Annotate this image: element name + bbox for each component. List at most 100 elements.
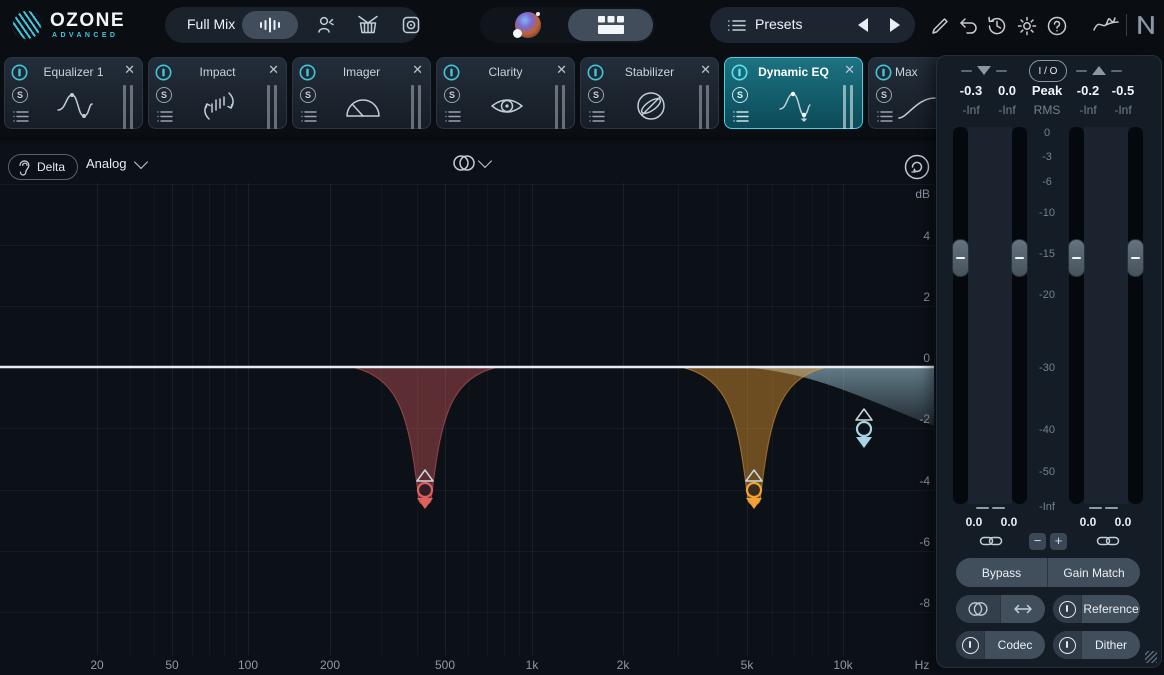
- collapse-output-button[interactable]: [1076, 62, 1122, 80]
- gear-icon: [1016, 15, 1038, 37]
- module-card-imager[interactable]: Imager ✕ S: [292, 57, 431, 129]
- inf-mark: [1089, 507, 1102, 509]
- output-gain-value-right[interactable]: 0.0: [1115, 515, 1132, 529]
- drums-target-button[interactable]: [350, 11, 386, 39]
- node-down-handle[interactable]: [417, 498, 433, 509]
- close-icon[interactable]: ✕: [124, 63, 135, 77]
- power-icon[interactable]: [731, 64, 748, 81]
- menu-list-icon[interactable]: [301, 111, 317, 122]
- menu-list-icon[interactable]: [445, 111, 461, 122]
- module-card-impact[interactable]: Impact ✕ S: [148, 57, 287, 129]
- close-icon[interactable]: ✕: [268, 63, 279, 77]
- node-circle[interactable]: [747, 483, 761, 497]
- settings-button[interactable]: [1016, 15, 1038, 37]
- power-icon[interactable]: [155, 64, 172, 81]
- module-card-equalizer[interactable]: Equalizer 1 ✕ S: [4, 57, 143, 129]
- reference-power-button[interactable]: [1053, 595, 1082, 623]
- solo-button[interactable]: S: [300, 87, 316, 103]
- power-icon[interactable]: [587, 64, 604, 81]
- module-title: Stabilizer: [605, 65, 694, 79]
- width-button[interactable]: [1001, 595, 1045, 623]
- collapse-input-button[interactable]: [961, 62, 1007, 80]
- power-icon[interactable]: [11, 64, 28, 81]
- vocals-target-button[interactable]: [307, 11, 343, 39]
- focus-target-button[interactable]: [393, 11, 429, 39]
- peak-label[interactable]: Peak: [1032, 83, 1062, 98]
- assistant-view-button[interactable]: [508, 11, 548, 39]
- menu-list-icon[interactable]: [157, 111, 173, 122]
- freq-tick: 50: [152, 658, 192, 672]
- previous-preset-button[interactable]: [858, 18, 868, 32]
- power-icon[interactable]: [299, 64, 316, 81]
- menu-list-icon[interactable]: [13, 111, 29, 122]
- menu-list-icon[interactable]: [877, 111, 893, 122]
- codec-button[interactable]: Codec: [985, 631, 1045, 659]
- close-icon[interactable]: ✕: [844, 63, 855, 77]
- trim-minus-button[interactable]: −: [1029, 533, 1046, 550]
- eq-node-blue[interactable]: [856, 409, 872, 448]
- out-rms-left: -Inf: [1079, 103, 1096, 117]
- input-gain-fader-right[interactable]: [1011, 239, 1028, 277]
- input-gain-value-left[interactable]: 0.0: [966, 515, 983, 529]
- clarity-icon: [489, 94, 525, 118]
- help-button[interactable]: [1046, 15, 1068, 37]
- output-gain-value-left[interactable]: 0.0: [1080, 515, 1097, 529]
- stereo-mode-button[interactable]: [956, 595, 1001, 623]
- full-mix-view-button[interactable]: [242, 11, 298, 39]
- eq-mode-dropdown[interactable]: Analog: [86, 156, 146, 171]
- edit-button[interactable]: [930, 16, 950, 36]
- codec-power-button[interactable]: [956, 631, 985, 659]
- close-icon[interactable]: ✕: [412, 63, 423, 77]
- solo-button[interactable]: S: [12, 87, 28, 103]
- eq-plot[interactable]: [0, 185, 934, 655]
- undo-button[interactable]: [957, 17, 979, 35]
- gain-match-button[interactable]: Gain Match: [1048, 558, 1140, 587]
- ozone-logo-icon: [12, 10, 42, 40]
- node-down-handle[interactable]: [746, 498, 762, 509]
- next-preset-button[interactable]: [890, 18, 900, 32]
- link-icon: [979, 534, 1003, 548]
- rms-label[interactable]: RMS: [1034, 103, 1061, 117]
- power-icon[interactable]: [875, 64, 892, 81]
- module-card-dynamic-eq[interactable]: Dynamic EQ ✕ S: [724, 57, 863, 129]
- module-card-stabilizer[interactable]: Stabilizer ✕ S: [580, 57, 719, 129]
- bypass-button[interactable]: Bypass: [956, 558, 1048, 587]
- io-title[interactable]: I / O: [1029, 60, 1067, 82]
- input-link-button[interactable]: [979, 534, 1003, 548]
- close-icon[interactable]: ✕: [700, 63, 711, 77]
- module-card-clarity[interactable]: Clarity ✕ S: [436, 57, 575, 129]
- module-title: Impact: [173, 65, 262, 79]
- output-link-button[interactable]: [1096, 534, 1120, 548]
- power-icon[interactable]: [443, 64, 460, 81]
- solo-button[interactable]: S: [444, 87, 460, 103]
- input-gain-value-right[interactable]: 0.0: [1001, 515, 1018, 529]
- close-icon[interactable]: ✕: [556, 63, 567, 77]
- menu-list-icon[interactable]: [589, 111, 605, 122]
- signature-button[interactable]: [1092, 14, 1120, 36]
- trim-plus-button[interactable]: +: [1050, 533, 1067, 550]
- dash: [996, 70, 1007, 72]
- solo-button[interactable]: S: [876, 87, 892, 103]
- node-circle[interactable]: [418, 483, 432, 497]
- solo-button[interactable]: S: [732, 87, 748, 103]
- node-up-handle[interactable]: [856, 409, 872, 420]
- dither-button[interactable]: Dither: [1082, 631, 1140, 659]
- history-button[interactable]: [986, 15, 1008, 37]
- output-gain-fader-right[interactable]: [1127, 239, 1144, 277]
- dither-power-button[interactable]: [1053, 631, 1082, 659]
- channel-selector[interactable]: [452, 154, 490, 172]
- menu-list-icon[interactable]: [733, 111, 749, 122]
- presets-bar[interactable]: Presets: [710, 7, 915, 43]
- node-down-handle[interactable]: [856, 437, 872, 448]
- input-gain-fader-left[interactable]: [952, 239, 969, 277]
- reference-button[interactable]: Reference: [1082, 595, 1140, 623]
- reset-button[interactable]: [903, 153, 931, 181]
- solo-button[interactable]: S: [156, 87, 172, 103]
- delta-button[interactable]: Delta: [8, 154, 78, 180]
- output-gain-fader-left[interactable]: [1068, 239, 1085, 277]
- resize-handle[interactable]: [1145, 651, 1157, 663]
- node-circle[interactable]: [857, 422, 871, 436]
- detailed-view-button[interactable]: [568, 9, 653, 41]
- solo-button[interactable]: S: [588, 87, 604, 103]
- brand-name: OZONE: [50, 10, 125, 32]
